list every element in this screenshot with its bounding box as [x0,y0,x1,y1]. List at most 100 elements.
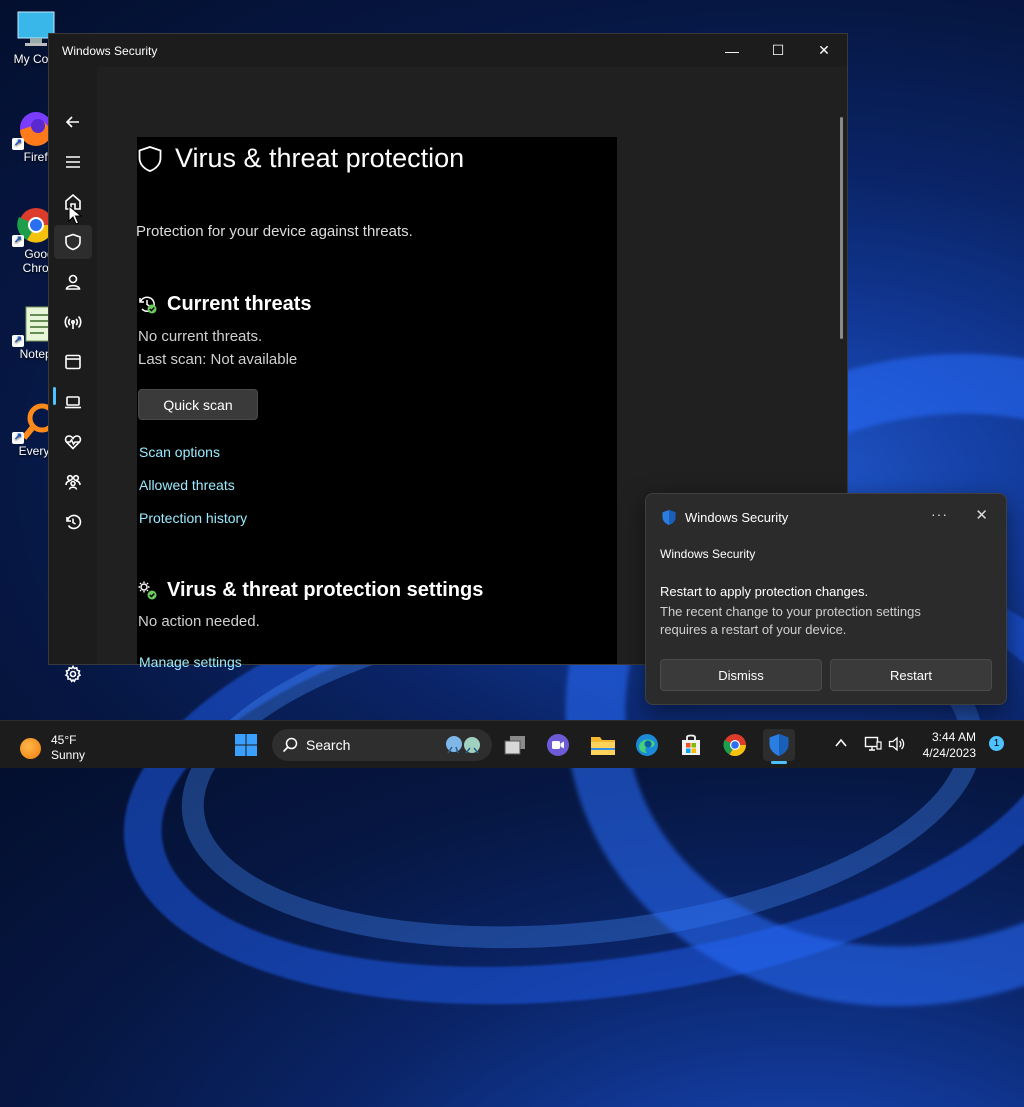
notification-toast[interactable]: Windows Security ··· ✕ Windows Security … [645,493,1007,705]
start-button[interactable] [230,729,262,761]
manage-settings-link[interactable]: Manage settings [139,654,242,670]
toast-close-icon[interactable]: ✕ [975,506,988,524]
current-threats-header: Current threats [137,293,311,316]
app-browser-icon [65,354,81,370]
search-highlight-icon [446,736,480,754]
weather-temperature: 45°F [51,733,77,747]
teams-chat-button[interactable] [542,729,574,761]
family-icon [65,474,81,490]
clock-date: 4/24/2023 [922,746,976,760]
protection-history-link[interactable]: Protection history [139,510,247,526]
page-header: Virus & threat protection [137,143,464,174]
windows-security-shield-icon [769,734,789,756]
folder-icon [591,737,615,755]
last-scan-info: Last scan: Not available [138,351,298,368]
store-icon [682,734,700,755]
windows-logo-icon [235,734,257,756]
speaker-icon [888,736,905,752]
toast-message-title: Restart to apply protection changes. [660,584,869,599]
minimize-button[interactable]: — [709,34,755,67]
nav-family-options[interactable] [54,465,92,499]
chrome-icon [723,734,746,756]
scan-options-link[interactable]: Scan options [139,444,220,460]
toast-app-name: Windows Security [660,547,756,561]
title-bar[interactable]: Windows Security — ☐ ✕ [49,34,847,67]
restart-button[interactable]: Restart [830,659,992,691]
windows-security-shield-icon [662,510,676,525]
chevron-up-icon [835,738,847,747]
system-clock[interactable]: 3:44 AM 4/24/2023 [918,729,976,761]
shield-icon [138,145,162,172]
scan-clock-icon [139,296,157,314]
back-icon [65,116,79,128]
nav-app-browser-control[interactable] [54,345,92,379]
search-icon [282,737,298,753]
history-icon [66,514,82,530]
network-button[interactable] [864,736,882,755]
sun-icon [20,737,41,759]
clock-time: 3:44 AM [931,730,976,744]
toast-header-title: Windows Security [685,510,789,525]
menu-button[interactable] [54,145,92,179]
protection-settings-title: Virus & threat protection settings [167,579,484,601]
nav-virus-threat-protection[interactable] [54,225,92,259]
edge-icon [636,734,658,756]
nav-device-security[interactable] [54,385,92,419]
quick-scan-button[interactable]: Quick scan [138,389,258,420]
shortcut-arrow-icon: ↗ [12,138,24,150]
wifi-icon [64,315,82,329]
task-view-icon [504,736,525,755]
heart-icon [64,435,82,450]
close-icon: ✕ [818,42,830,58]
mouse-cursor-icon [68,205,82,225]
dismiss-button[interactable]: Dismiss [660,659,822,691]
protection-settings-header: Virus & threat protection settings [137,579,483,602]
toast-message-body: The recent change to your protection set… [660,604,921,637]
notification-badge[interactable]: 1 [989,736,1004,751]
maximize-button[interactable]: ☐ [755,34,801,67]
network-icon [864,736,882,751]
taskbar-search[interactable]: Search [272,729,492,761]
back-button[interactable] [54,105,92,139]
search-label: Search [306,737,351,753]
weather-description: Sunny [51,748,86,762]
settings-check-icon [138,581,157,600]
page-title: Virus & threat protection [175,143,465,173]
shortcut-arrow-icon: ↗ [12,432,24,444]
windows-security-taskbar-button[interactable] [763,729,795,761]
maximize-icon: ☐ [771,42,785,58]
current-threats-title: Current threats [167,293,312,315]
file-explorer-button[interactable] [587,729,619,761]
weather-widget[interactable]: 45°F Sunny [20,733,85,763]
toast-header: Windows Security [661,509,788,526]
taskbar: 45°F Sunny Search 3:44 AM 4/24/2023 1 [0,720,1024,768]
window-title: Windows Security [62,43,158,58]
active-app-indicator [771,761,787,764]
chrome-taskbar-button[interactable] [719,729,751,761]
volume-button[interactable] [888,736,906,755]
nav-firewall[interactable] [54,305,92,339]
nav-settings[interactable] [54,657,92,691]
page-subtitle: Protection for your device against threa… [136,223,413,240]
shortcut-arrow-icon: ↗ [12,335,24,347]
close-button[interactable]: ✕ [801,34,847,67]
minimize-icon: — [725,42,739,59]
chat-icon [547,734,569,756]
show-hidden-icons-button[interactable] [834,736,848,753]
settings-icon [64,665,82,683]
device-icon [65,396,81,409]
nav-account-protection[interactable] [54,265,92,299]
scrollbar[interactable] [840,117,843,339]
allowed-threats-link[interactable]: Allowed threats [139,477,235,493]
store-button[interactable] [675,729,707,761]
edge-button[interactable] [631,729,663,761]
menu-icon [66,156,80,168]
person-icon [65,274,81,290]
task-view-button[interactable] [499,729,531,761]
threats-status: No current threats. [138,328,263,345]
nav-device-performance[interactable] [54,425,92,459]
more-options-icon[interactable]: ··· [931,506,948,522]
nav-protection-history[interactable] [54,505,92,539]
shortcut-arrow-icon: ↗ [12,235,24,247]
shield-icon [65,233,81,251]
